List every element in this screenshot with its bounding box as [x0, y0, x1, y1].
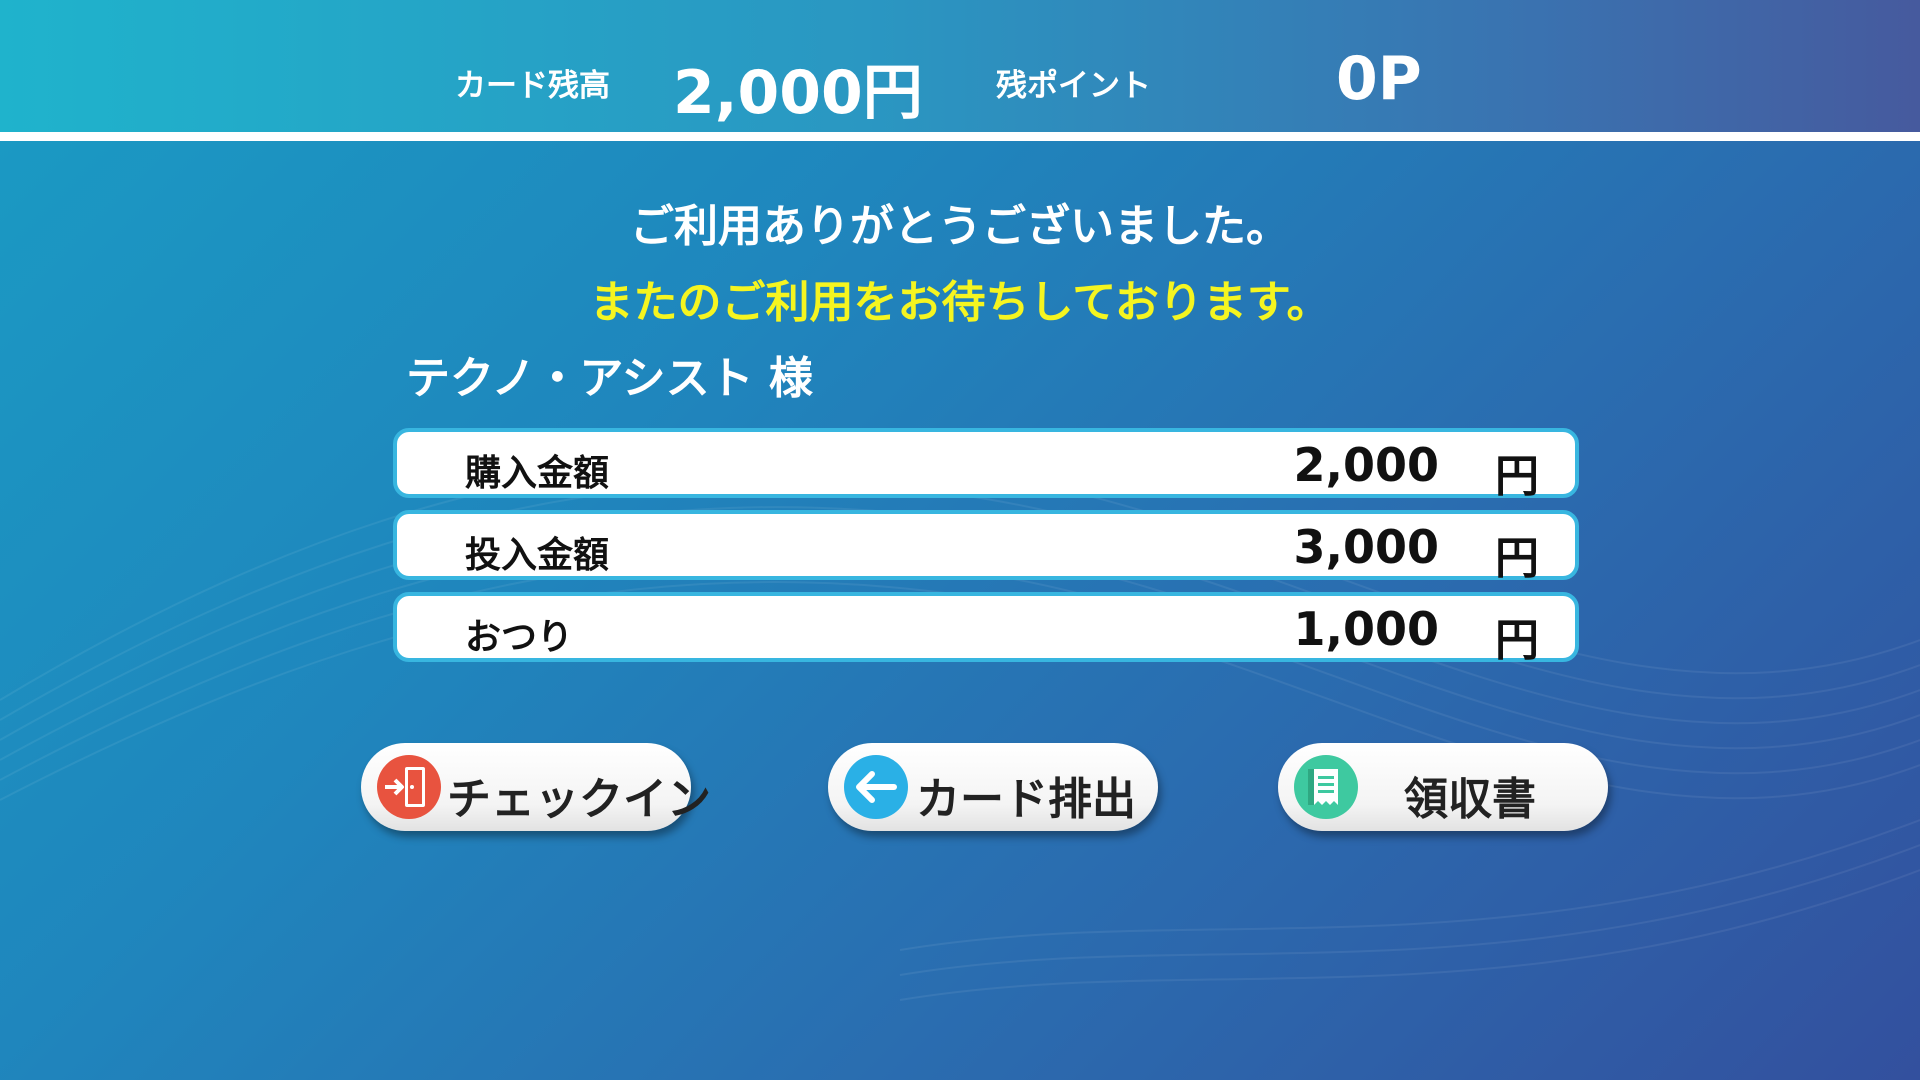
row-unit: 円: [1495, 533, 1539, 584]
change-amount-row: おつり 1,000 円: [393, 592, 1579, 666]
row-value: 1,000: [1293, 602, 1439, 656]
purchase-amount-row: 購入金額 2,000 円: [393, 428, 1579, 502]
door-exit-icon: [377, 755, 441, 819]
row-label: 購入金額: [465, 453, 610, 494]
card-eject-button-label: カード排出: [916, 774, 1136, 825]
receipt-icon: [1294, 755, 1358, 819]
customer-name: テクノ・アシスト 様: [406, 353, 813, 404]
header-bar: カード残高 2,000円 残ポイント 0P: [0, 0, 1920, 132]
card-eject-button[interactable]: カード排出: [828, 743, 1158, 831]
card-balance-label: カード残高: [455, 68, 610, 104]
receipt-button[interactable]: 領収書: [1278, 743, 1608, 831]
row-value: 2,000: [1293, 438, 1439, 492]
receipt-button-label: 領収書: [1404, 774, 1536, 825]
row-label: おつり: [465, 617, 574, 658]
kiosk-screen: カード残高 2,000円 残ポイント 0P ご利用ありがとうございました。 また…: [0, 0, 1920, 1080]
points-value: 0P: [1336, 44, 1422, 114]
row-unit: 円: [1495, 451, 1539, 502]
card-balance-value: 2,000円: [673, 58, 923, 128]
thanks-message: ご利用ありがとうございました。: [630, 201, 1290, 252]
come-again-message: またのご利用をお待ちしております。: [589, 277, 1331, 328]
header-divider: [0, 132, 1920, 141]
row-label: 投入金額: [465, 535, 610, 576]
row-unit: 円: [1495, 615, 1539, 666]
points-label: 残ポイント: [996, 68, 1151, 104]
checkin-button[interactable]: チェックイン: [361, 743, 711, 831]
checkin-button-label: チェックイン: [447, 774, 711, 825]
inserted-amount-row: 投入金額 3,000 円: [393, 510, 1579, 584]
row-value: 3,000: [1293, 520, 1439, 574]
arrow-left-icon: [844, 755, 908, 819]
